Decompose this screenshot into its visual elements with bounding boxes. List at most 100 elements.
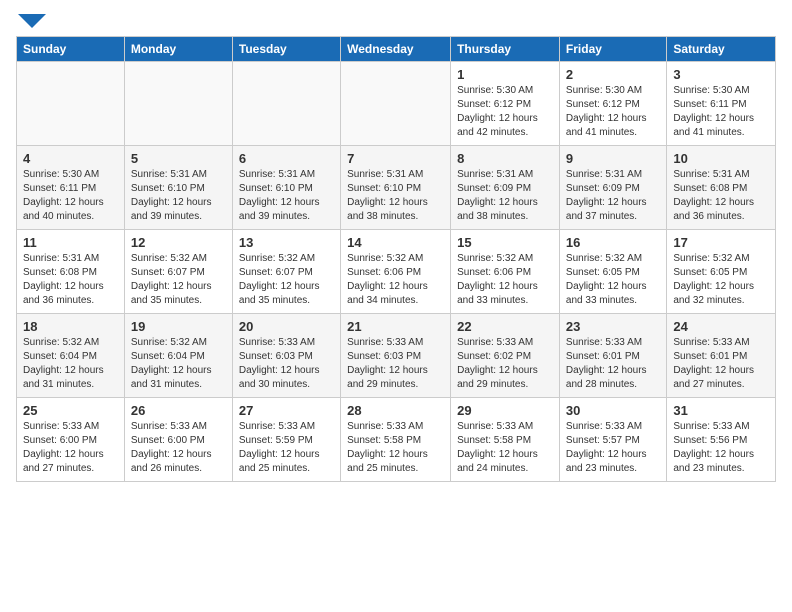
day-number: 2 bbox=[566, 67, 660, 82]
day-number: 4 bbox=[23, 151, 118, 166]
day-info: Sunrise: 5:32 AM Sunset: 6:06 PM Dayligh… bbox=[457, 252, 553, 308]
day-info: Sunrise: 5:32 AM Sunset: 6:07 PM Dayligh… bbox=[131, 252, 226, 308]
calendar-cell: 25 Sunrise: 5:33 AM Sunset: 6:00 PM Dayli… bbox=[17, 398, 125, 482]
calendar-week-row: 1 Sunrise: 5:30 AM Sunset: 6:12 PM Daylig… bbox=[17, 62, 776, 146]
calendar-week-row: 11 Sunrise: 5:31 AM Sunset: 6:08 PM Dayli… bbox=[17, 230, 776, 314]
day-number: 29 bbox=[457, 403, 553, 418]
day-number: 17 bbox=[673, 235, 769, 250]
calendar-cell: 9 Sunrise: 5:31 AM Sunset: 6:09 PM Daylig… bbox=[559, 146, 666, 230]
day-number: 11 bbox=[23, 235, 118, 250]
weekday-header-friday: Friday bbox=[559, 37, 666, 62]
day-info: Sunrise: 5:31 AM Sunset: 6:08 PM Dayligh… bbox=[673, 168, 769, 224]
day-number: 3 bbox=[673, 67, 769, 82]
day-info: Sunrise: 5:31 AM Sunset: 6:10 PM Dayligh… bbox=[347, 168, 444, 224]
day-info: Sunrise: 5:33 AM Sunset: 5:58 PM Dayligh… bbox=[457, 420, 553, 476]
day-number: 15 bbox=[457, 235, 553, 250]
calendar-cell: 10 Sunrise: 5:31 AM Sunset: 6:08 PM Dayli… bbox=[667, 146, 776, 230]
calendar-cell: 29 Sunrise: 5:33 AM Sunset: 5:58 PM Dayli… bbox=[451, 398, 560, 482]
day-info: Sunrise: 5:33 AM Sunset: 6:00 PM Dayligh… bbox=[23, 420, 118, 476]
day-info: Sunrise: 5:33 AM Sunset: 6:01 PM Dayligh… bbox=[566, 336, 660, 392]
calendar-cell: 19 Sunrise: 5:32 AM Sunset: 6:04 PM Dayli… bbox=[124, 314, 232, 398]
day-info: Sunrise: 5:33 AM Sunset: 5:58 PM Dayligh… bbox=[347, 420, 444, 476]
calendar-cell: 26 Sunrise: 5:33 AM Sunset: 6:00 PM Dayli… bbox=[124, 398, 232, 482]
calendar-cell bbox=[124, 62, 232, 146]
weekday-header-monday: Monday bbox=[124, 37, 232, 62]
day-info: Sunrise: 5:31 AM Sunset: 6:09 PM Dayligh… bbox=[566, 168, 660, 224]
calendar-header-row: SundayMondayTuesdayWednesdayThursdayFrid… bbox=[17, 37, 776, 62]
calendar-cell: 6Sunrise: 5:31 AM Sunset: 6:10 PM Daylig… bbox=[232, 146, 340, 230]
calendar-cell: 17 Sunrise: 5:32 AM Sunset: 6:05 PM Dayli… bbox=[667, 230, 776, 314]
day-info: Sunrise: 5:33 AM Sunset: 6:00 PM Dayligh… bbox=[131, 420, 226, 476]
day-info: Sunrise: 5:32 AM Sunset: 6:05 PM Dayligh… bbox=[566, 252, 660, 308]
calendar-cell: 4 Sunrise: 5:30 AM Sunset: 6:11 PM Daylig… bbox=[17, 146, 125, 230]
day-info: Sunrise: 5:33 AM Sunset: 5:57 PM Dayligh… bbox=[566, 420, 660, 476]
logo bbox=[16, 16, 46, 24]
calendar-cell: 21 Sunrise: 5:33 AM Sunset: 6:03 PM Dayli… bbox=[341, 314, 451, 398]
weekday-header-thursday: Thursday bbox=[451, 37, 560, 62]
calendar-cell: 7Sunrise: 5:31 AM Sunset: 6:10 PM Daylig… bbox=[341, 146, 451, 230]
day-info: Sunrise: 5:32 AM Sunset: 6:05 PM Dayligh… bbox=[673, 252, 769, 308]
day-info: Sunrise: 5:32 AM Sunset: 6:06 PM Dayligh… bbox=[347, 252, 444, 308]
day-number: 5 bbox=[131, 151, 226, 166]
day-number: 23 bbox=[566, 319, 660, 334]
day-number: 22 bbox=[457, 319, 553, 334]
calendar-cell: 8 Sunrise: 5:31 AM Sunset: 6:09 PM Daylig… bbox=[451, 146, 560, 230]
calendar-cell: 14Sunrise: 5:32 AM Sunset: 6:06 PM Dayli… bbox=[341, 230, 451, 314]
calendar-cell: 22 Sunrise: 5:33 AM Sunset: 6:02 PM Dayli… bbox=[451, 314, 560, 398]
logo-arrow-icon bbox=[18, 14, 46, 28]
calendar-cell: 2 Sunrise: 5:30 AM Sunset: 6:12 PM Daylig… bbox=[559, 62, 666, 146]
day-info: Sunrise: 5:33 AM Sunset: 6:02 PM Dayligh… bbox=[457, 336, 553, 392]
weekday-header-sunday: Sunday bbox=[17, 37, 125, 62]
calendar-week-row: 18 Sunrise: 5:32 AM Sunset: 6:04 PM Dayli… bbox=[17, 314, 776, 398]
day-number: 19 bbox=[131, 319, 226, 334]
day-info: Sunrise: 5:31 AM Sunset: 6:09 PM Dayligh… bbox=[457, 168, 553, 224]
day-info: Sunrise: 5:30 AM Sunset: 6:12 PM Dayligh… bbox=[457, 84, 553, 140]
calendar-cell bbox=[17, 62, 125, 146]
day-info: Sunrise: 5:31 AM Sunset: 6:10 PM Dayligh… bbox=[239, 168, 334, 224]
calendar-cell: 27Sunrise: 5:33 AM Sunset: 5:59 PM Dayli… bbox=[232, 398, 340, 482]
weekday-header-wednesday: Wednesday bbox=[341, 37, 451, 62]
day-number: 12 bbox=[131, 235, 226, 250]
day-info: Sunrise: 5:31 AM Sunset: 6:08 PM Dayligh… bbox=[23, 252, 118, 308]
calendar-cell: 31 Sunrise: 5:33 AM Sunset: 5:56 PM Dayli… bbox=[667, 398, 776, 482]
day-info: Sunrise: 5:30 AM Sunset: 6:11 PM Dayligh… bbox=[23, 168, 118, 224]
day-number: 31 bbox=[673, 403, 769, 418]
day-info: Sunrise: 5:33 AM Sunset: 6:03 PM Dayligh… bbox=[347, 336, 444, 392]
day-info: Sunrise: 5:30 AM Sunset: 6:11 PM Dayligh… bbox=[673, 84, 769, 140]
day-number: 16 bbox=[566, 235, 660, 250]
calendar-cell: 15 Sunrise: 5:32 AM Sunset: 6:06 PM Dayli… bbox=[451, 230, 560, 314]
calendar-cell: 5 Sunrise: 5:31 AM Sunset: 6:10 PM Daylig… bbox=[124, 146, 232, 230]
day-info: Sunrise: 5:33 AM Sunset: 5:56 PM Dayligh… bbox=[673, 420, 769, 476]
calendar-cell bbox=[232, 62, 340, 146]
day-number: 18 bbox=[23, 319, 118, 334]
day-number: 27 bbox=[239, 403, 334, 418]
day-number: 24 bbox=[673, 319, 769, 334]
day-info: Sunrise: 5:31 AM Sunset: 6:10 PM Dayligh… bbox=[131, 168, 226, 224]
day-number: 21 bbox=[347, 319, 444, 334]
day-number: 13 bbox=[239, 235, 334, 250]
calendar-cell: 3 Sunrise: 5:30 AM Sunset: 6:11 PM Daylig… bbox=[667, 62, 776, 146]
day-info: Sunrise: 5:33 AM Sunset: 6:01 PM Dayligh… bbox=[673, 336, 769, 392]
day-number: 10 bbox=[673, 151, 769, 166]
calendar-cell: 24 Sunrise: 5:33 AM Sunset: 6:01 PM Dayli… bbox=[667, 314, 776, 398]
calendar-cell: 11 Sunrise: 5:31 AM Sunset: 6:08 PM Dayli… bbox=[17, 230, 125, 314]
calendar-week-row: 4 Sunrise: 5:30 AM Sunset: 6:11 PM Daylig… bbox=[17, 146, 776, 230]
day-info: Sunrise: 5:30 AM Sunset: 6:12 PM Dayligh… bbox=[566, 84, 660, 140]
calendar-cell: 28 Sunrise: 5:33 AM Sunset: 5:58 PM Dayli… bbox=[341, 398, 451, 482]
calendar-cell: 30Sunrise: 5:33 AM Sunset: 5:57 PM Dayli… bbox=[559, 398, 666, 482]
calendar-cell: 13Sunrise: 5:32 AM Sunset: 6:07 PM Dayli… bbox=[232, 230, 340, 314]
day-number: 20 bbox=[239, 319, 334, 334]
calendar-cell: 1 Sunrise: 5:30 AM Sunset: 6:12 PM Daylig… bbox=[451, 62, 560, 146]
day-number: 8 bbox=[457, 151, 553, 166]
day-number: 26 bbox=[131, 403, 226, 418]
day-number: 28 bbox=[347, 403, 444, 418]
day-number: 25 bbox=[23, 403, 118, 418]
calendar-table: SundayMondayTuesdayWednesdayThursdayFrid… bbox=[16, 36, 776, 482]
calendar-cell: 23 Sunrise: 5:33 AM Sunset: 6:01 PM Dayli… bbox=[559, 314, 666, 398]
day-number: 9 bbox=[566, 151, 660, 166]
day-info: Sunrise: 5:33 AM Sunset: 6:03 PM Dayligh… bbox=[239, 336, 334, 392]
calendar-week-row: 25 Sunrise: 5:33 AM Sunset: 6:00 PM Dayli… bbox=[17, 398, 776, 482]
day-info: Sunrise: 5:32 AM Sunset: 6:04 PM Dayligh… bbox=[131, 336, 226, 392]
day-number: 1 bbox=[457, 67, 553, 82]
weekday-header-saturday: Saturday bbox=[667, 37, 776, 62]
